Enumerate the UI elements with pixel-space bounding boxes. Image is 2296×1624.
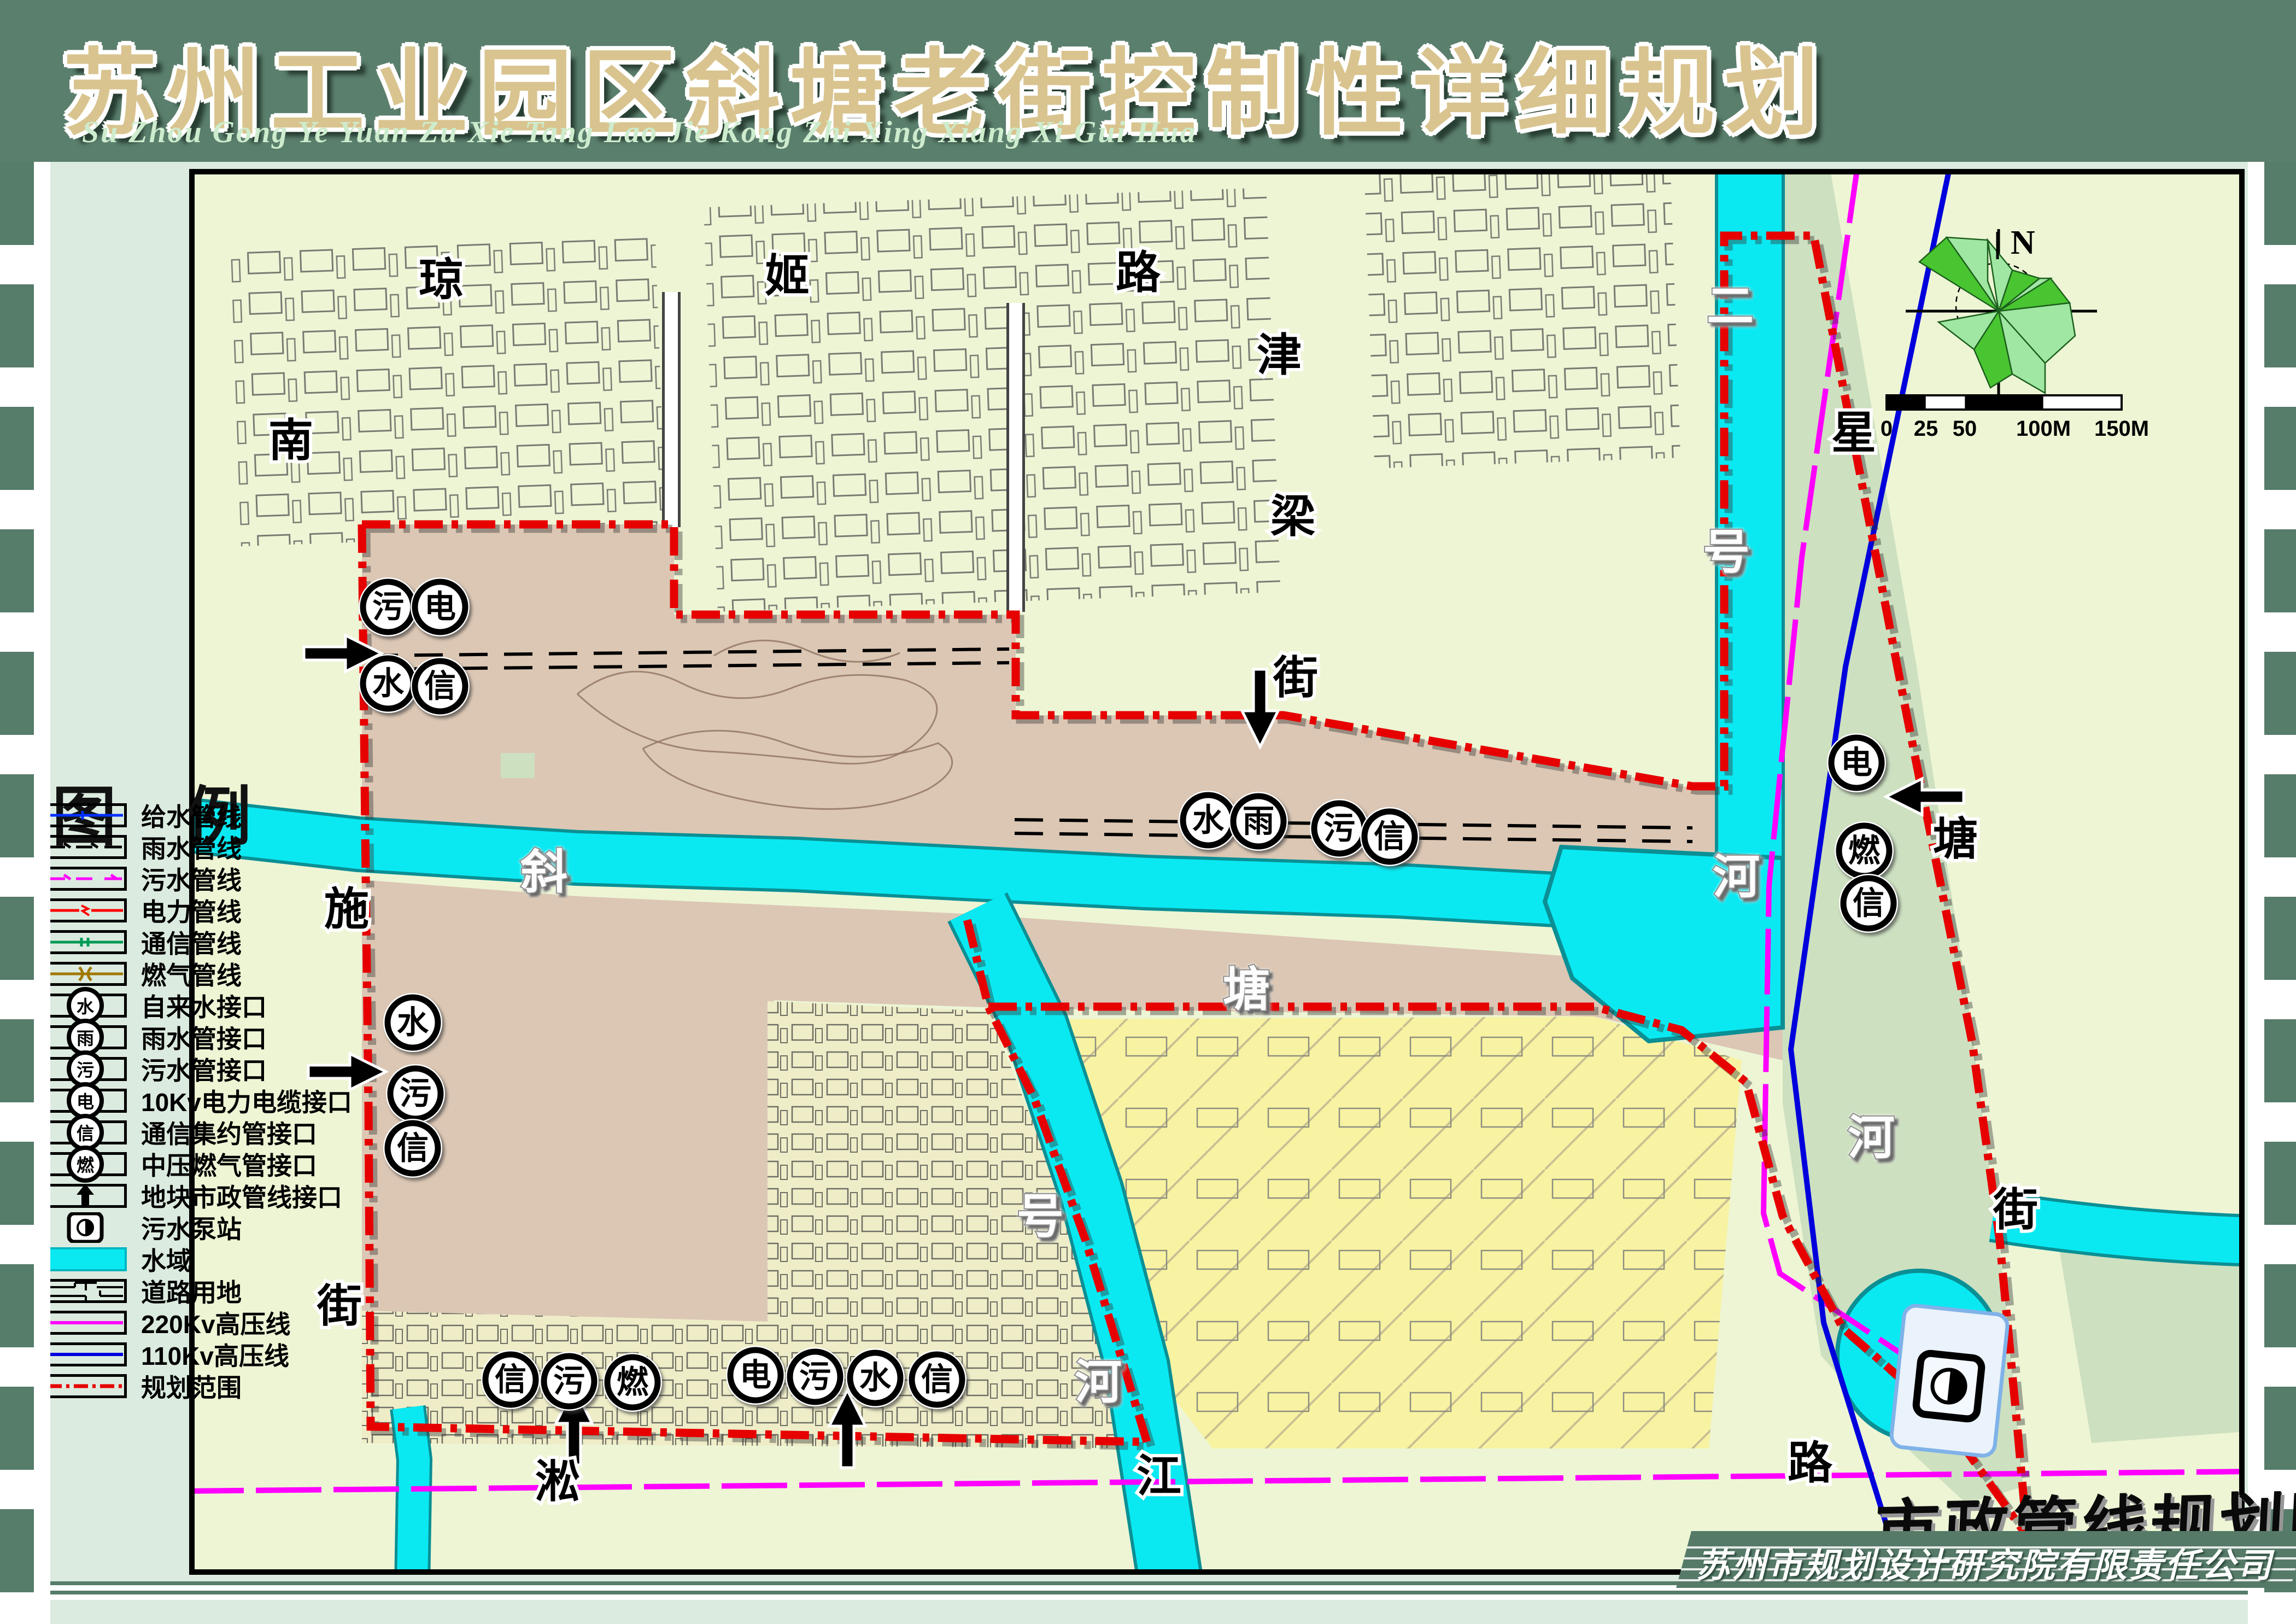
port-symbol: 水	[1192, 803, 1225, 838]
power-line-icon	[44, 898, 127, 922]
legend: 给水管线 雨水管线 污水管线 电力管线 通信管线 燃气管线 水 自来水接口 雨 …	[44, 799, 352, 1402]
telecom-port-icon: 信	[44, 1120, 127, 1144]
port-symbol: 污	[553, 1364, 585, 1399]
road-label: 淞	[535, 1457, 580, 1507]
telecom-line-icon	[44, 930, 127, 954]
parcel-port-arrow-icon	[44, 1184, 127, 1208]
legend-item-sewage-port: 污 污水管接口	[44, 1053, 352, 1085]
sewage-pump-station	[1890, 1305, 2008, 1457]
legend-item-parcel-arrow: 地块市政管线接口	[44, 1180, 352, 1212]
legend-item-pump: 污水泵站	[44, 1212, 352, 1243]
scale-tick: 25	[1914, 417, 1938, 441]
right-border-gutter	[2248, 162, 2264, 1624]
gas-port-icon: 燃	[44, 1152, 127, 1176]
road-label: 路	[1116, 248, 1161, 298]
water-area-icon	[44, 1247, 127, 1271]
port-symbol: 水	[372, 666, 405, 702]
company-banner: 苏州市规划设计研究院有限责任公司	[1676, 1531, 2296, 1588]
scale-tick: 100M	[2016, 417, 2071, 441]
port-symbol: 污	[372, 589, 404, 625]
scale-tick: 0	[1881, 417, 1893, 441]
port-symbol: 信	[397, 1131, 429, 1166]
water-supply-line-icon	[44, 803, 127, 827]
road-label: 江	[1137, 1452, 1181, 1502]
port-symbol: 燃	[617, 1365, 649, 1400]
port-symbol: 污	[400, 1076, 431, 1112]
road-land-icon	[44, 1279, 127, 1303]
road-label: 津	[1257, 331, 1302, 381]
road-label: 琼	[419, 255, 464, 305]
legend-item-boundary: 规划范围	[44, 1370, 352, 1402]
river-label: 二	[1707, 280, 1754, 332]
road-label: 姬	[765, 252, 810, 301]
sewage-line-icon	[44, 867, 127, 891]
legend-item-power: 电力管线	[44, 895, 352, 926]
tap-water-port-icon: 水	[44, 994, 127, 1018]
legend-item-telecom: 通信管线	[44, 926, 352, 958]
legend-item-road-land: 道路用地	[44, 1275, 352, 1307]
port-symbol: 信	[495, 1362, 526, 1398]
port-symbol: 污	[799, 1359, 831, 1395]
legend-item-tap-port: 水 自来水接口	[44, 990, 352, 1021]
road-label: 路	[1788, 1439, 1833, 1488]
legend-item-sewage: 污水管线	[44, 863, 352, 895]
legend-item-power-port: 电 10Kv电力电缆接口	[44, 1085, 352, 1117]
legend-item-kv110: 110Kv高压线	[44, 1339, 352, 1370]
page-title-pinyin: Su Zhou Gong Ye Yuan Zu Xie Tang Lao Jie…	[82, 115, 1197, 150]
road-label: 街	[1273, 653, 1318, 703]
rain-line-icon	[44, 835, 127, 859]
river-label: 号	[1703, 526, 1750, 579]
scale-tick: 50	[1953, 417, 1977, 441]
right-check-border	[2264, 162, 2296, 1624]
legend-item-water-area: 水域	[44, 1243, 352, 1275]
kv110-line-icon	[44, 1342, 127, 1366]
port-symbol: 电	[1841, 745, 1872, 781]
legend-item-kv220: 220Kv高压线	[44, 1307, 352, 1339]
river-label: 河	[1713, 851, 1760, 903]
sewage-pump-icon	[44, 1216, 127, 1240]
left-border-gutter	[34, 162, 50, 1624]
legend-item-rain: 雨水管线	[44, 831, 352, 863]
port-symbol: 雨	[1243, 804, 1274, 839]
title-banner: 苏州工业园区斜塘老街控制性详细规划 Su Zhou Gong Ye Yuan Z…	[0, 0, 2296, 162]
port-symbol: 信	[424, 669, 456, 704]
power-port-icon: 电	[44, 1089, 127, 1113]
port-symbol: 信	[1853, 886, 1884, 921]
kv220-line-icon	[44, 1311, 127, 1335]
road-label: 星	[1831, 408, 1876, 458]
port-symbol: 电	[424, 589, 456, 625]
road-label: 塘	[1933, 815, 1978, 864]
legend-item-rain-port: 雨 雨水管接口	[44, 1021, 352, 1053]
port-symbol: 污	[1323, 811, 1355, 846]
north-label: N	[2011, 224, 2035, 261]
legend-item-telecom-port: 信 通信集约管接口	[44, 1117, 352, 1148]
road-label: 梁	[1270, 492, 1315, 542]
port-symbol: 水	[397, 1005, 429, 1041]
port-symbol: 信	[921, 1362, 953, 1398]
legend-item-gas-port: 燃 中压燃气管接口	[44, 1148, 352, 1180]
small-green-parcel	[501, 753, 535, 778]
river-label: 号	[1017, 1190, 1064, 1243]
legend-item-water-supply: 给水管线	[44, 799, 352, 831]
port-symbol: 水	[859, 1360, 892, 1396]
road-label: 街	[1993, 1185, 2038, 1235]
sewage-port-icon: 污	[44, 1057, 127, 1081]
rain-port-icon: 雨	[44, 1025, 127, 1049]
port-symbol: 信	[1374, 819, 1405, 855]
legend-item-gas: 燃气管线	[44, 958, 352, 990]
plan-boundary-icon	[44, 1374, 127, 1398]
map-panel: 污 电 水 信 水 雨 污 信 水 污 信 信 污 燃 电 污 水 信 电 燃 …	[189, 169, 2245, 1575]
scale-tick: 150M	[2094, 417, 2149, 441]
road-label: 南	[268, 416, 313, 466]
river-label: 河	[1075, 1356, 1122, 1409]
left-check-border	[0, 162, 34, 1624]
port-symbol: 燃	[1848, 833, 1881, 869]
gas-line-icon	[44, 962, 127, 986]
river-label: 斜	[520, 846, 567, 898]
river-label: 河	[1848, 1112, 1895, 1164]
port-symbol: 电	[740, 1358, 771, 1393]
map-canvas: 污 电 水 信 水 雨 污 信 水 污 信 信 污 燃 电 污 水 信 电 燃 …	[195, 174, 2239, 1569]
river-label: 塘	[1223, 963, 1270, 1016]
company-name: 苏州市规划设计研究院有限责任公司	[1696, 1538, 2274, 1587]
